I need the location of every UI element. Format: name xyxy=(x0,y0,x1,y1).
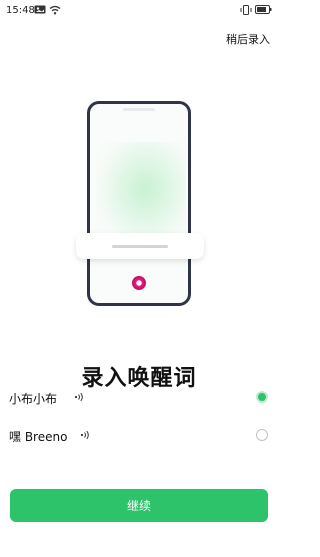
voice-glow xyxy=(96,142,186,247)
status-time: 15:48 xyxy=(6,5,35,16)
vibrate-icon xyxy=(240,5,252,15)
option-label: 小布小布 xyxy=(9,392,58,406)
voice-panel-illustration xyxy=(76,233,204,259)
battery-icon xyxy=(255,5,272,14)
image-icon xyxy=(34,5,46,14)
panel-handle xyxy=(112,245,168,248)
voice-icon[interactable] xyxy=(74,392,84,402)
wake-word-option-2[interactable]: 嘿 Breeno xyxy=(0,424,278,448)
continue-button[interactable]: 继续 xyxy=(10,489,268,522)
phone-notch xyxy=(123,108,155,111)
radio-selected[interactable] xyxy=(256,391,268,403)
wake-word-option-1[interactable]: 小布小布 xyxy=(0,386,278,410)
enter-later-button[interactable]: 稍后录入 xyxy=(226,31,270,47)
wifi-icon xyxy=(49,5,61,15)
radio-unselected[interactable] xyxy=(256,429,268,441)
option-label: 嘿 Breeno xyxy=(9,430,68,444)
status-bar: 15:48 xyxy=(0,0,278,20)
voice-icon[interactable] xyxy=(80,430,90,440)
microphone-icon xyxy=(132,276,146,290)
